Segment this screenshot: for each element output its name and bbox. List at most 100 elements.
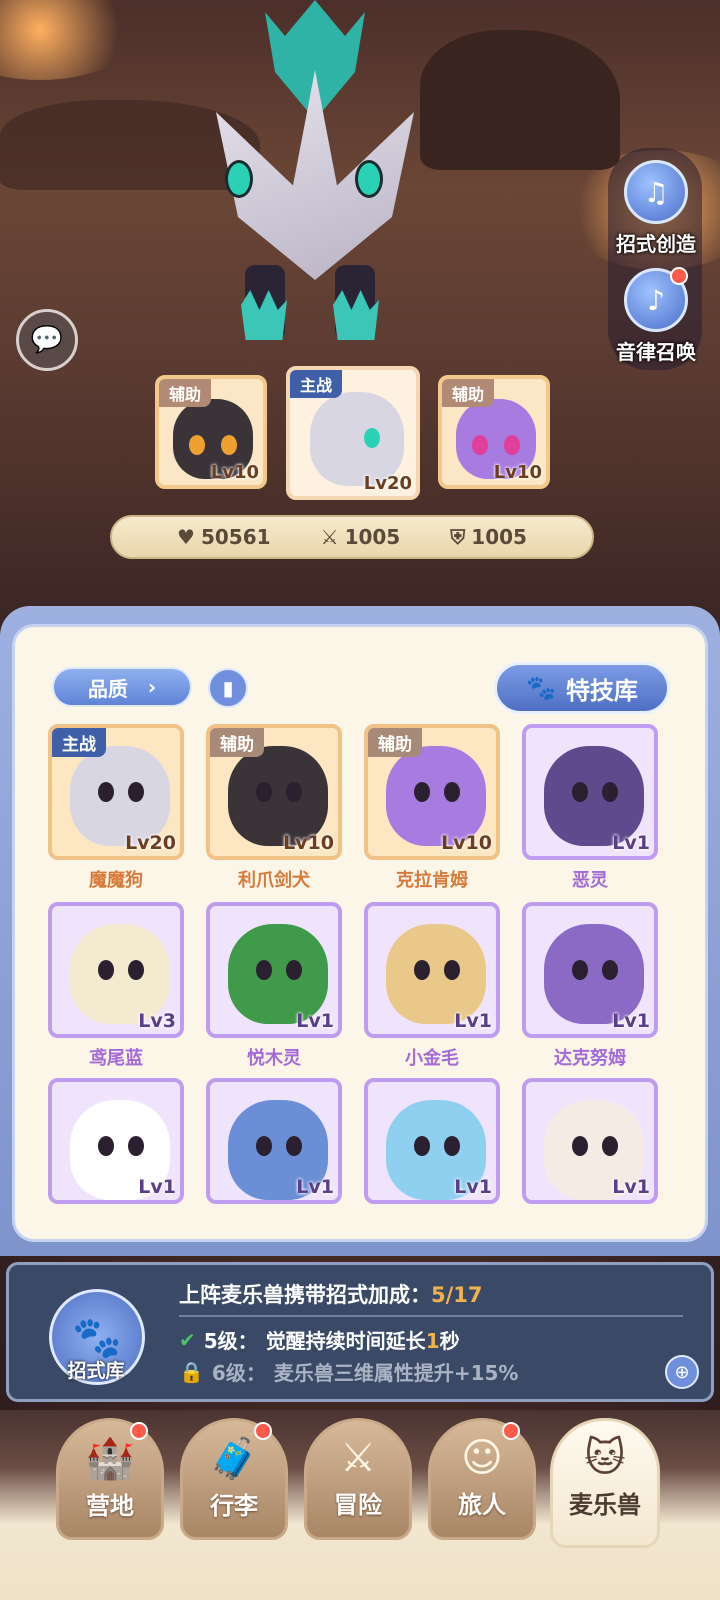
bonus-unlocked-row: ✔ 5级： 觉醒持续时间延长1秒 bbox=[179, 1327, 460, 1354]
team-slot-main[interactable]: 主战 Lv20 bbox=[286, 366, 420, 500]
pet-card[interactable]: Lv1 达克努姆 bbox=[522, 902, 658, 1070]
level-label: Lv10 bbox=[493, 462, 542, 483]
bonus-count: 5/17 bbox=[431, 1283, 483, 1307]
pet-card[interactable]: 辅助 Lv10 利爪剑犬 bbox=[206, 724, 342, 892]
check-icon: ✔ bbox=[179, 1327, 196, 1352]
role-tag: 辅助 bbox=[210, 728, 264, 757]
chat-button[interactable]: 💬 bbox=[16, 309, 78, 371]
pet-card-frame: Lv1 bbox=[364, 1078, 500, 1204]
cat-icon: 🐱 bbox=[584, 1435, 626, 1481]
pet-portrait bbox=[70, 746, 170, 846]
bonus-locked-row: 🔒 6级： 麦乐兽三维属性提升+15% bbox=[179, 1359, 519, 1386]
pet-name: 利爪剑犬 bbox=[238, 870, 310, 891]
pet-name: 鸢尾蓝 bbox=[89, 1048, 143, 1069]
pet-card[interactable]: Lv1 小金毛 bbox=[364, 902, 500, 1070]
team-slot-support-2[interactable]: 辅助 Lv10 bbox=[438, 375, 550, 489]
crossed-swords-icon: ⚔ bbox=[320, 525, 339, 549]
pet-portrait bbox=[228, 746, 328, 846]
quality-filter-button[interactable]: 品质 › bbox=[52, 667, 192, 707]
pet-card-frame: Lv1 bbox=[206, 902, 342, 1038]
fire-glow bbox=[0, 0, 140, 80]
shield-icon: ⛨ bbox=[450, 525, 466, 549]
zoom-icon[interactable]: ⊕ bbox=[665, 1355, 699, 1389]
attack-stat: ⚔ 1005 bbox=[320, 525, 401, 549]
traveler-icon: ☺ bbox=[461, 1435, 503, 1481]
level-label: Lv20 bbox=[125, 832, 176, 854]
role-tag: 主战 bbox=[290, 370, 343, 398]
pet-eye bbox=[225, 160, 253, 198]
pet-portrait bbox=[386, 746, 486, 846]
role-tag: 辅助 bbox=[368, 728, 422, 757]
pet-card[interactable]: Lv1 bbox=[364, 1078, 500, 1204]
pet-card-frame: Lv1 bbox=[206, 1078, 342, 1204]
tab-melebeast[interactable]: 🐱 麦乐兽 bbox=[550, 1418, 660, 1548]
handbook-button[interactable]: ▮ bbox=[208, 668, 248, 708]
lock-icon: 🔒 bbox=[179, 1359, 204, 1384]
pet-card-frame: Lv1 bbox=[48, 1078, 184, 1204]
role-tag: 辅助 bbox=[442, 379, 495, 407]
chest-icon: 🧳 bbox=[209, 1436, 259, 1482]
team-stats-bar: ♥ 50561 ⚔ 1005 ⛨ 1005 bbox=[110, 515, 594, 559]
bonus-title: 上阵麦乐兽携带招式加成：5/17 bbox=[179, 1283, 483, 1307]
pet-card[interactable]: Lv1 bbox=[206, 1078, 342, 1204]
notification-dot bbox=[502, 1422, 520, 1440]
level-label: Lv10 bbox=[441, 832, 492, 854]
rhythm-summon-button[interactable]: ♪ 音律召唤 bbox=[612, 268, 700, 365]
pet-card-frame: 辅助 Lv10 bbox=[206, 724, 342, 860]
level-label: Lv1 bbox=[138, 1176, 176, 1198]
pet-card-frame: Lv1 bbox=[522, 724, 658, 860]
pet-name: 达克努姆 bbox=[554, 1048, 626, 1069]
level-label: Lv1 bbox=[612, 1176, 650, 1198]
pet-card[interactable]: 辅助 Lv10 克拉肯姆 bbox=[364, 724, 500, 892]
skill-library-button[interactable]: 🐾 特技库 bbox=[494, 662, 670, 714]
pet-name: 恶灵 bbox=[572, 870, 608, 891]
level-label: Lv1 bbox=[454, 1010, 492, 1032]
tab-adventure[interactable]: ⚔ 冒险 bbox=[304, 1418, 412, 1540]
pet-card[interactable]: Lv1 bbox=[522, 1078, 658, 1204]
level-label: Lv1 bbox=[296, 1010, 334, 1032]
level-label: Lv1 bbox=[612, 832, 650, 854]
role-tag: 主战 bbox=[52, 728, 106, 757]
hp-stat: ♥ 50561 bbox=[177, 525, 271, 549]
crossed-swords-icon: ⚔ bbox=[340, 1435, 376, 1481]
pet-card-frame: Lv3 bbox=[48, 902, 184, 1038]
team-slot-support-1[interactable]: 辅助 Lv10 bbox=[155, 375, 267, 489]
tab-traveler[interactable]: ☺ 旅人 bbox=[428, 1418, 536, 1540]
rhythm-summon-label: 音律召唤 bbox=[616, 340, 696, 364]
pet-card[interactable]: Lv3 鸢尾蓝 bbox=[48, 902, 184, 1070]
pet-eye bbox=[355, 160, 383, 198]
pet-card[interactable]: Lv1 bbox=[48, 1078, 184, 1204]
skill-create-button[interactable]: ♫ 招式创造 bbox=[612, 160, 700, 257]
divider bbox=[179, 1315, 683, 1317]
pet-card-frame: 辅助 Lv10 bbox=[364, 724, 500, 860]
pet-name: 克拉肯姆 bbox=[396, 870, 468, 891]
heart-icon: ♥ bbox=[177, 525, 195, 549]
chevron-right-icon: › bbox=[147, 675, 157, 699]
pet-card-frame: 主战 Lv20 bbox=[48, 724, 184, 860]
notification-dot bbox=[670, 267, 688, 285]
paw-shield-icon: 🐾 bbox=[72, 1314, 122, 1361]
chat-bubble-icon: 💬 bbox=[30, 325, 64, 355]
pet-card-frame: Lv1 bbox=[522, 902, 658, 1038]
paw-icon: 🐾 bbox=[526, 674, 556, 702]
pet-portrait bbox=[70, 924, 170, 1024]
tab-luggage[interactable]: 🧳 行李 bbox=[180, 1418, 288, 1540]
level-label: Lv3 bbox=[138, 1010, 176, 1032]
pet-name: 小金毛 bbox=[405, 1048, 459, 1069]
pet-card[interactable]: Lv1 悦木灵 bbox=[206, 902, 342, 1070]
pet-card-frame: Lv1 bbox=[522, 1078, 658, 1204]
tab-camp[interactable]: 🏰 营地 bbox=[56, 1418, 164, 1540]
music-book-icon: ♫ bbox=[624, 160, 688, 224]
pet-card[interactable]: 主战 Lv20 魔魔狗 bbox=[48, 724, 184, 892]
level-label: Lv1 bbox=[454, 1176, 492, 1198]
pet-portrait bbox=[386, 924, 486, 1024]
pet-card[interactable]: Lv1 恶灵 bbox=[522, 724, 658, 892]
level-label: Lv10 bbox=[210, 462, 259, 483]
pet-portrait bbox=[544, 746, 644, 846]
castle-icon: 🏰 bbox=[85, 1436, 135, 1482]
skill-library-label: 招式库 bbox=[67, 1360, 125, 1382]
pet-name: 悦木灵 bbox=[247, 1048, 301, 1069]
role-tag: 辅助 bbox=[159, 379, 212, 407]
defense-stat: ⛨ 1005 bbox=[450, 525, 527, 549]
active-pet-model[interactable] bbox=[205, 0, 425, 350]
